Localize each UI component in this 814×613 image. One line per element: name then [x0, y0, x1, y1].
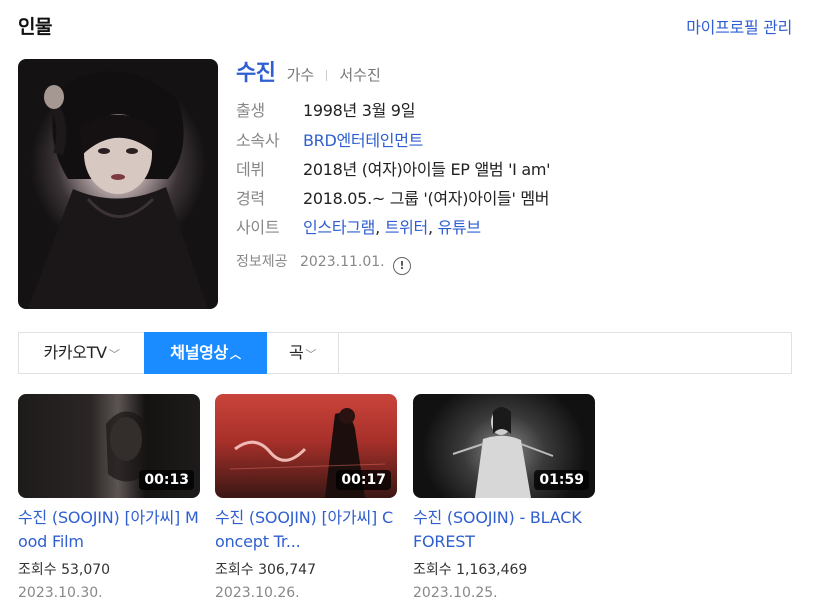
video-date: 2023.10.25. [413, 585, 498, 601]
info-notice-icon[interactable]: ! [393, 257, 412, 275]
info-value: 1998년 3월 9일 [303, 101, 416, 120]
name-row: 수진 가수 서수진 [236, 55, 381, 87]
video-thumbnail[interactable]: 00:17 [215, 394, 397, 498]
info-label: 소속사 [236, 131, 280, 150]
person-name[interactable]: 수진 [236, 61, 276, 86]
content-tabs: 카카오TV ﹀ 채널영상 ︿ 곡 ﹀ [18, 332, 792, 374]
my-profile-manage-link[interactable]: 마이프로필 관리 [686, 14, 792, 38]
link-separator: , [375, 218, 385, 237]
source-date: 2023.11.01. [299, 254, 385, 270]
video-views: 조회수 306,747 [215, 562, 316, 578]
instagram-link[interactable]: 인스타그램 [303, 218, 375, 237]
info-label: 경력 [236, 189, 265, 208]
video-title[interactable]: 수진 (SOOJIN) [아가씨] Concept Tr... [215, 506, 397, 554]
link-separator: , [427, 218, 438, 237]
video-title[interactable]: 수진 (SOOJIN) - BLACK FOREST [413, 506, 595, 554]
video-views: 조회수 53,070 [18, 562, 111, 578]
video-date: 2023.10.30. [18, 585, 103, 601]
info-value: 2018.05.~ 그룹 '(여자)아이들' 멤버 [303, 189, 550, 208]
tab-channel-videos[interactable]: 채널영상 ︿ [144, 332, 267, 374]
info-label: 사이트 [236, 218, 280, 237]
info-label: 데뷔 [236, 160, 265, 179]
video-duration: 00:17 [336, 470, 391, 490]
tab-label: 채널영상 [170, 343, 228, 362]
tab-songs[interactable]: 곡 ﹀ [267, 332, 339, 374]
twitter-link[interactable]: 트위터 [385, 218, 429, 237]
info-value: 2018년 (여자)아이들 EP 앨범 'I am' [303, 160, 551, 179]
divider [326, 70, 328, 81]
chevron-down-icon: ﹀ [108, 348, 120, 361]
source-label: 정보제공 [236, 254, 288, 270]
profile-photo[interactable] [18, 59, 218, 309]
profile-photo-illustration [28, 71, 208, 309]
info-label: 출생 [236, 101, 265, 120]
video-duration: 01:59 [534, 470, 589, 490]
section-title: 인물 [18, 16, 52, 38]
video-date: 2023.10.26. [215, 585, 300, 601]
tab-label: 카카오TV [43, 343, 107, 362]
site-links: 인스타그램, 트위터, 유튜브 [303, 214, 481, 238]
video-thumbnail[interactable]: 01:59 [413, 394, 595, 498]
video-card: 00:17 수진 (SOOJIN) [아가씨] Concept Tr... 조회… [215, 394, 397, 601]
info-source-row: 정보제공 2023.11.01. ! [236, 251, 412, 275]
video-views: 조회수 1,163,469 [413, 562, 528, 578]
youtube-link[interactable]: 유튜브 [438, 218, 482, 237]
video-card: 00:13 수진 (SOOJIN) [아가씨] Mood Film 조회수 53… [18, 394, 200, 601]
chevron-up-icon: ︿ [229, 348, 241, 361]
video-thumbnail[interactable]: 00:13 [18, 394, 200, 498]
video-duration: 00:13 [139, 470, 194, 490]
agency-link[interactable]: BRD엔터테인먼트 [303, 127, 423, 151]
chevron-down-icon: ﹀ [305, 348, 317, 361]
person-job: 가수 [286, 66, 315, 84]
tab-label: 곡 [288, 343, 304, 362]
section-header: 인물 마이프로필 관리 [18, 12, 792, 38]
video-card: 01:59 수진 (SOOJIN) - BLACK FOREST 조회수 1,1… [413, 394, 595, 601]
tab-kakaotv[interactable]: 카카오TV ﹀ [19, 332, 145, 374]
video-title[interactable]: 수진 (SOOJIN) [아가씨] Mood Film [18, 506, 200, 554]
person-real-name: 서수진 [339, 66, 381, 84]
